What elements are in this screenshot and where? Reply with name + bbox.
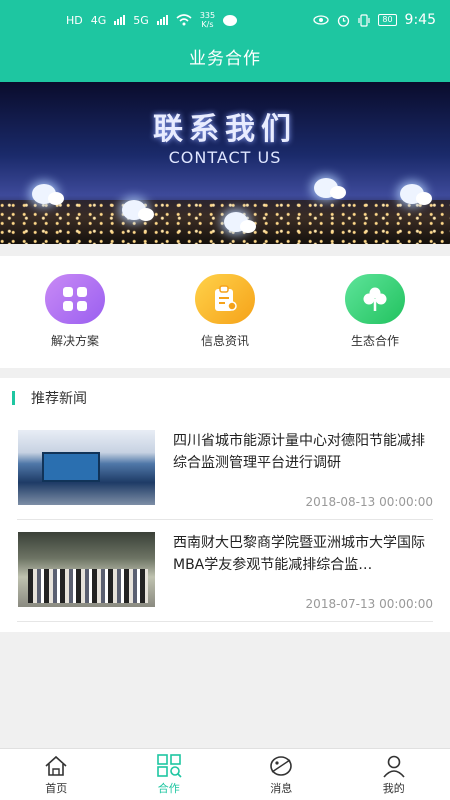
tab-label: 首页 bbox=[45, 781, 68, 795]
menu-item-ecosystem[interactable]: 生态合作 bbox=[300, 256, 450, 368]
tab-profile[interactable]: 我的 bbox=[338, 749, 450, 800]
status-bar: HD 4G 5G 335 K/s 80 9:45 bbox=[0, 0, 450, 40]
4g-indicator: 4G bbox=[90, 13, 107, 27]
chat-bubble-icon bbox=[224, 212, 256, 233]
5g-indicator: 5G bbox=[133, 13, 149, 27]
top-bar: HD 4G 5G 335 K/s 80 9:45 业务合作 bbox=[0, 0, 450, 82]
net-speed-unit: K/s bbox=[201, 20, 214, 29]
news-thumbnail bbox=[18, 532, 155, 607]
banner-title: 联系我们 bbox=[153, 112, 297, 147]
vibrate-icon bbox=[358, 13, 370, 27]
section-marker bbox=[12, 391, 15, 405]
signal-icon bbox=[114, 15, 126, 25]
news-header: 推荐新闻 bbox=[0, 378, 450, 418]
menu-item-label: 解决方案 bbox=[50, 334, 99, 348]
banner-subtitle: CONTACT US bbox=[168, 148, 282, 167]
tab-cooperation[interactable]: 合作 bbox=[113, 749, 226, 800]
hd-indicator: HD bbox=[66, 13, 83, 27]
chat-bubble-icon bbox=[122, 200, 154, 221]
tab-label: 消息 bbox=[270, 781, 293, 795]
grid-icon bbox=[45, 274, 105, 324]
tab-home[interactable]: 首页 bbox=[0, 749, 113, 800]
user-icon bbox=[383, 755, 405, 778]
news-title: 四川省城市能源计量中心对德阳节能减排综合监测管理平台进行调研 bbox=[173, 433, 425, 471]
clock: 9:45 bbox=[404, 12, 436, 28]
page-title: 业务合作 bbox=[189, 49, 261, 69]
tab-messages[interactable]: 消息 bbox=[225, 749, 338, 800]
net-speed: 335 K/s bbox=[200, 11, 215, 29]
signal-icon-2 bbox=[156, 15, 168, 25]
menu-item-solutions[interactable]: 解决方案 bbox=[0, 256, 150, 368]
status-right: 80 9:45 bbox=[313, 12, 436, 28]
chat-bubble-icon bbox=[223, 14, 238, 26]
banner[interactable]: 联系我们 CONTACT US bbox=[0, 82, 450, 244]
cooperation-grid-icon bbox=[156, 753, 182, 778]
news-date: 2018-08-13 00:00:00 bbox=[305, 495, 433, 509]
menu-item-label: 生态合作 bbox=[350, 334, 399, 348]
clover-icon bbox=[345, 274, 405, 324]
clipboard-icon bbox=[195, 274, 255, 324]
chat-bubble-icon bbox=[314, 178, 346, 199]
battery-icon: 80 bbox=[378, 14, 397, 26]
message-icon bbox=[270, 755, 293, 776]
chat-bubble-icon bbox=[400, 184, 432, 205]
chat-bubble-icon bbox=[32, 184, 64, 205]
status-left: HD 4G 5G 335 K/s bbox=[66, 11, 238, 29]
wifi-icon bbox=[176, 14, 192, 26]
home-icon bbox=[45, 755, 67, 776]
menu-item-news[interactable]: 信息资讯 bbox=[150, 256, 300, 368]
news-section-title: 推荐新闻 bbox=[31, 391, 87, 407]
quick-menu: 解决方案 信息资讯 生态合作 bbox=[0, 256, 450, 368]
news-date: 2018-07-13 00:00:00 bbox=[305, 597, 433, 611]
alarm-icon bbox=[338, 14, 350, 27]
tab-label: 合作 bbox=[157, 781, 180, 795]
bottom-tab-bar: 首页 合作 消息 我的 bbox=[0, 748, 450, 800]
net-speed-value: 335 bbox=[199, 11, 216, 20]
news-thumbnail bbox=[18, 430, 155, 505]
news-item[interactable]: 西南财大巴黎商学院暨亚洲城市大学国际MBA学友参观节能减排综合监… 2018-0… bbox=[17, 520, 433, 622]
menu-item-label: 信息资讯 bbox=[200, 334, 249, 348]
news-item[interactable]: 四川省城市能源计量中心对德阳节能减排综合监测管理平台进行调研 2018-08-1… bbox=[17, 418, 433, 520]
eye-icon bbox=[313, 15, 330, 25]
tab-label: 我的 bbox=[382, 781, 405, 795]
news-section: 推荐新闻 四川省城市能源计量中心对德阳节能减排综合监测管理平台进行调研 2018… bbox=[0, 378, 450, 632]
news-title: 西南财大巴黎商学院暨亚洲城市大学国际MBA学友参观节能减排综合监… bbox=[173, 535, 425, 573]
